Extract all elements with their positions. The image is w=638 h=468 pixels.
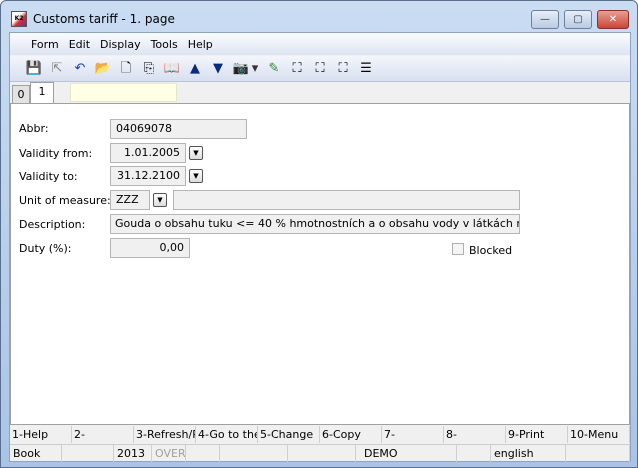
status-cell: Book: [10, 445, 62, 462]
close-button[interactable]: ✕: [597, 10, 629, 29]
function-key-4[interactable]: 4-Go to the: [196, 426, 258, 443]
validity-to-field[interactable]: 31.12.2100: [110, 166, 186, 186]
menu-item-display[interactable]: Display: [95, 38, 146, 51]
menu-item-tools[interactable]: Tools: [146, 38, 183, 51]
status-cell: [62, 445, 114, 462]
validity-to-label: Validity to:: [19, 170, 78, 183]
arrow-up-icon[interactable]: ▲: [187, 61, 203, 77]
undo-icon[interactable]: ↶: [72, 61, 88, 77]
minimize-button[interactable]: —: [531, 10, 559, 29]
unit-name-field: [173, 190, 520, 210]
function-key-9[interactable]: 9-Print: [506, 426, 568, 443]
binoculars-icon[interactable]: ⛶: [289, 61, 305, 77]
duty-label: Duty (%):: [19, 242, 72, 255]
function-key-7[interactable]: 7-: [382, 426, 444, 443]
status-cell: [566, 445, 630, 462]
client-area: Form Edit Display Tools Help 💾 ⇱ ↶ 📂 🗋 ⎘ 📖 ▲ ▼ 📷 ▾ ✎ ⛶ ⛶ ⛶…: [9, 32, 631, 462]
maximize-button[interactable]: ▢: [564, 10, 592, 29]
function-key-8[interactable]: 8-: [444, 426, 506, 443]
new-document-icon[interactable]: 🗋: [118, 61, 134, 77]
blocked-checkbox[interactable]: [452, 243, 464, 255]
tab-1[interactable]: 1: [30, 82, 54, 103]
menu-item-help[interactable]: Help: [183, 38, 218, 51]
dropdown-arrow-icon[interactable]: ▾: [251, 61, 259, 77]
function-key-bar: 1-Help 2- 3-Refresh/R 4-Go to the 5-Change 6-…: [10, 426, 630, 443]
camera-icon[interactable]: 📷: [233, 61, 249, 77]
copy-icon[interactable]: ⎘: [141, 61, 157, 77]
unit-field[interactable]: ZZZ: [110, 190, 150, 210]
unit-dropdown-icon[interactable]: ▼: [153, 193, 167, 207]
find-next-icon[interactable]: ⛶: [312, 61, 328, 77]
menu-lines-icon[interactable]: ☰: [358, 61, 374, 77]
open-folder-icon[interactable]: 📂: [95, 61, 111, 77]
validity-from-label: Validity from:: [19, 147, 93, 160]
window-title: Customs tariff - 1. page: [33, 12, 175, 26]
blocked-label: Blocked: [469, 244, 513, 257]
status-cell: DEMO: [356, 445, 457, 462]
duty-field[interactable]: 0,00: [110, 238, 190, 258]
tab-strip: 0 1: [10, 82, 630, 103]
form-content: Abbr: 04069078 Validity from: 1.01.2005 …: [10, 103, 630, 425]
status-cell: [288, 445, 356, 462]
menu-item-edit[interactable]: Edit: [64, 38, 95, 51]
menu-bar: Form Edit Display Tools Help: [10, 33, 630, 55]
function-key-3[interactable]: 3-Refresh/R: [134, 426, 196, 443]
status-cell: english: [491, 445, 566, 462]
function-key-6[interactable]: 6-Copy: [320, 426, 382, 443]
function-key-1[interactable]: 1-Help: [10, 426, 72, 443]
tab-search-field[interactable]: [70, 83, 177, 102]
title-bar: K2 Customs tariff - 1. page: [11, 9, 175, 29]
status-cell: 2013: [114, 445, 152, 462]
excel-export-icon[interactable]: ✎: [266, 61, 282, 77]
status-cell: [220, 445, 288, 462]
app-logo-icon: K2: [11, 11, 27, 27]
description-field[interactable]: Gouda o obsahu tuku <= 40 % hmotnostních…: [110, 214, 520, 234]
find-previous-icon[interactable]: ⛶: [335, 61, 351, 77]
abbr-label: Abbr:: [19, 122, 49, 135]
tab-0[interactable]: 0: [12, 85, 30, 103]
description-label: Description:: [19, 218, 86, 231]
menu-item-form[interactable]: Form: [26, 38, 64, 51]
arrow-down-icon[interactable]: ▼: [210, 61, 226, 77]
unit-label: Unit of measure:: [19, 194, 111, 207]
function-key-10[interactable]: 10-Menu: [568, 426, 630, 443]
validity-to-dropdown-icon[interactable]: ▼: [189, 169, 203, 183]
validity-from-dropdown-icon[interactable]: ▼: [189, 146, 203, 160]
toolbar: 💾 ⇱ ↶ 📂 🗋 ⎘ 📖 ▲ ▼ 📷 ▾ ✎ ⛶ ⛶ ⛶ ☰: [10, 56, 630, 82]
status-cell: [457, 445, 491, 462]
validity-from-field[interactable]: 1.01.2005: [110, 143, 186, 163]
status-cell: OVER: [152, 445, 186, 462]
save-exit-icon[interactable]: ⇱: [49, 61, 65, 77]
status-bar: Book 2013 OVER DEMO english: [10, 444, 630, 462]
function-key-2[interactable]: 2-: [72, 426, 134, 443]
function-key-5[interactable]: 5-Change: [258, 426, 320, 443]
book-icon[interactable]: 📖: [164, 61, 180, 77]
status-cell: [186, 445, 220, 462]
save-icon[interactable]: 💾: [26, 61, 42, 77]
abbr-field[interactable]: 04069078: [110, 119, 247, 139]
window: K2 Customs tariff - 1. page — ▢ ✕ Form Ed…: [0, 0, 638, 468]
